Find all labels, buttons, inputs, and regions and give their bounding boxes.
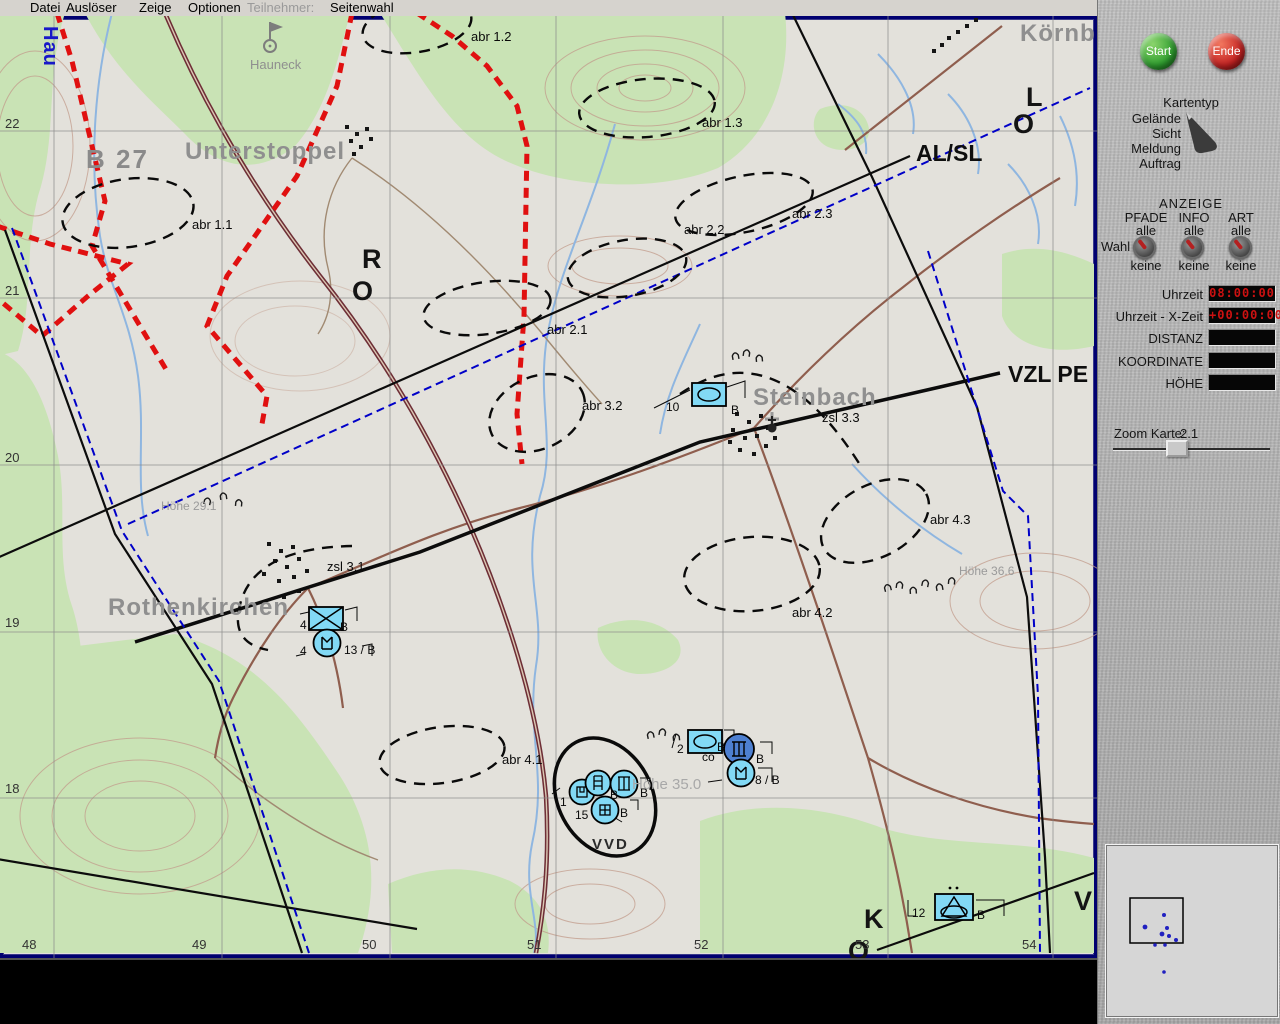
unit-cluster-ladder[interactable] [584, 769, 612, 797]
kartentyp-option-auftrag[interactable]: Auftrag [1111, 156, 1181, 171]
kartentyp-option-meldung[interactable]: Meldung [1111, 141, 1181, 156]
kartentyp-option-gelaende[interactable]: Gelände [1111, 111, 1181, 126]
map-canvas [0, 16, 1097, 958]
hoehe-label: HÖHE [1165, 376, 1203, 391]
overview-minimap[interactable] [1105, 844, 1279, 1018]
anzeige-wahl-label: Wahl [1101, 239, 1131, 254]
unit-armor-steinbach[interactable] [691, 382, 727, 407]
application-window: Datei Auslöser Zeige Optionen Teilnehmer… [0, 0, 1280, 1024]
art-knob[interactable] [1229, 236, 1252, 259]
xzeit-display: +00:00:00 [1208, 307, 1280, 324]
koordinate-label: KOORDINATE [1118, 354, 1203, 369]
kartentyp-pointer-pen-icon [1186, 112, 1217, 154]
minimap-canvas [1129, 897, 1184, 974]
control-sidebar: Start Ende Kartentyp Gelände Sicht Meldu… [1097, 0, 1280, 1024]
distanz-label: DISTANZ [1148, 331, 1203, 346]
minimap-viewport-rect[interactable] [1129, 897, 1184, 944]
unit-infantry-rothenkirchen[interactable] [308, 606, 344, 631]
menu-zeige[interactable]: Zeige [139, 1, 172, 15]
menu-bar: Datei Auslöser Zeige Optionen Teilnehmer… [0, 0, 1097, 16]
kartentyp-option-sicht[interactable]: Sicht [1111, 126, 1181, 141]
zoom-slider-track[interactable] [1113, 448, 1270, 451]
uhrzeit-display: 08:00:00 [1208, 285, 1276, 302]
info-knob[interactable] [1181, 236, 1204, 259]
menu-optionen[interactable]: Optionen [188, 1, 241, 15]
menu-teilnehmer: Teilnehmer: [247, 0, 315, 15]
pfade-knob[interactable] [1133, 236, 1156, 259]
hoehe-display [1208, 374, 1276, 391]
tactical-map[interactable]: Unterstoppel Steinbach Rothenkirchen Kör… [0, 16, 1097, 965]
menu-seitenwahl[interactable]: Seitenwahl [330, 1, 394, 15]
ende-button[interactable]: Ende [1208, 33, 1245, 70]
unit-mortar-rothenkirchen[interactable] [312, 628, 342, 658]
zoom-karte-value: 2.1 [1180, 426, 1199, 441]
distanz-display [1208, 329, 1276, 346]
anzeige-title: ANZEIGE [1158, 196, 1224, 211]
zoom-karte-label: Zoom Karte: [1114, 426, 1186, 441]
start-button[interactable]: Start [1140, 33, 1177, 70]
zoom-slider-thumb[interactable] [1166, 440, 1188, 457]
unit-cluster-lattice[interactable] [609, 769, 639, 799]
unit-armor-2[interactable] [687, 729, 723, 754]
xzeit-label: Uhrzeit - X-Zeit [1115, 309, 1203, 324]
menu-datei[interactable]: Datei [30, 1, 60, 15]
anzeige-keine-art: keine [1225, 258, 1257, 273]
uhrzeit-label: Uhrzeit [1161, 287, 1203, 302]
menu-ausloeser[interactable]: Auslöser [66, 1, 117, 15]
console-output-area [0, 958, 1097, 1024]
unit-mortar-8[interactable] [726, 758, 756, 788]
koordinate-display [1208, 352, 1276, 369]
unit-cluster-window[interactable] [590, 795, 620, 825]
